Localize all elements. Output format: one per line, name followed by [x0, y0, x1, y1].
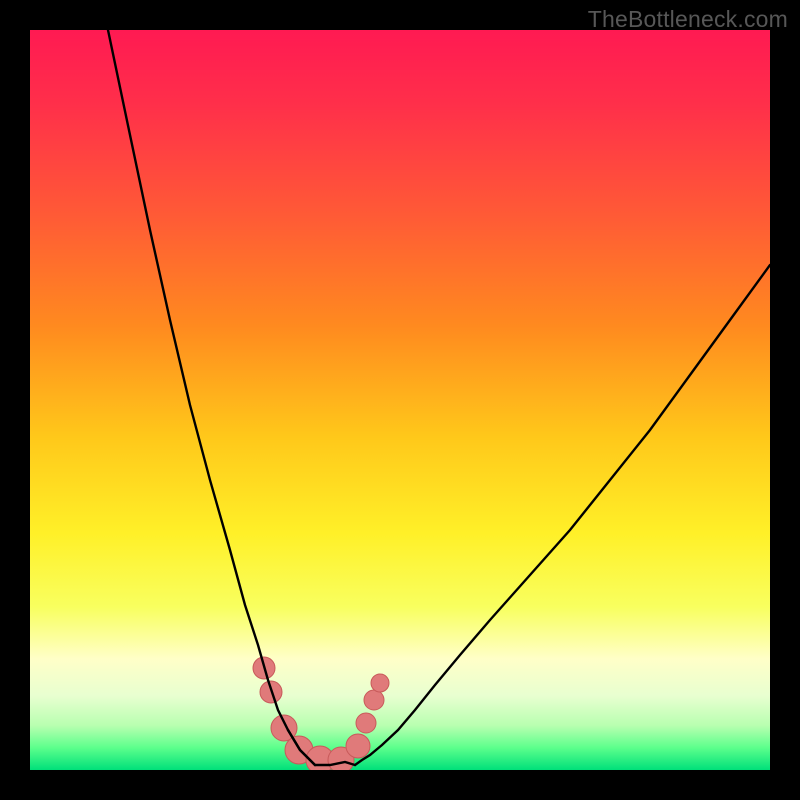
trough-marker-dot — [346, 734, 370, 758]
curve-layer — [30, 30, 770, 770]
plot-frame — [30, 30, 770, 770]
watermark-text: TheBottleneck.com — [588, 6, 788, 33]
left-bottleneck-curve — [108, 30, 315, 765]
right-bottleneck-curve — [355, 265, 770, 765]
trough-markers — [253, 657, 389, 770]
trough-marker-dot — [371, 674, 389, 692]
trough-marker-dot — [356, 713, 376, 733]
trough-marker-dot — [364, 690, 384, 710]
